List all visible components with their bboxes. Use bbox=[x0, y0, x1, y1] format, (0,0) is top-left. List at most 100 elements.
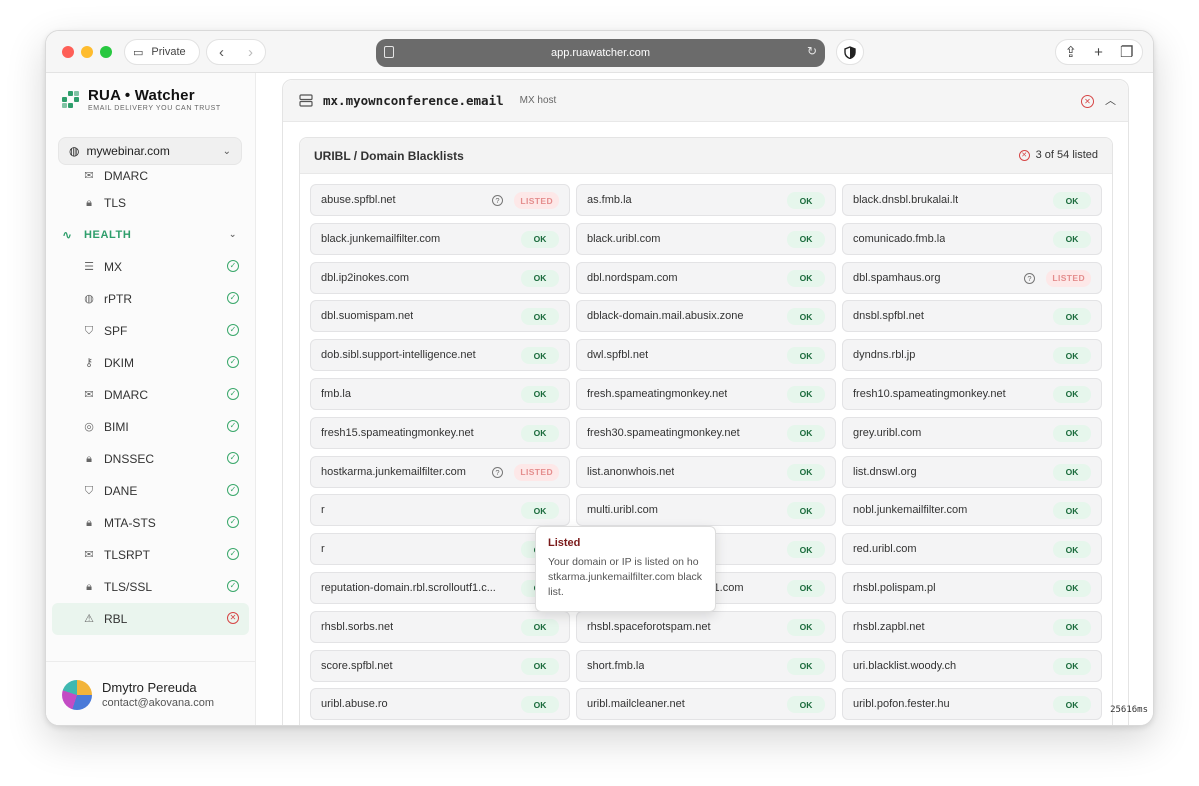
blacklist-name: abuse.spfbl.net bbox=[321, 194, 396, 206]
mx-host-header[interactable]: mx.myownconference.email MX host ✕ ︿ bbox=[283, 80, 1128, 122]
ok-badge: OK bbox=[1053, 657, 1091, 675]
domain-select[interactable]: ◍ mywebinar.com ⌄ bbox=[58, 137, 242, 165]
ok-badge: OK bbox=[787, 618, 825, 636]
sidebar-item-dmarc-reports[interactable]: ✉ DMARC bbox=[52, 165, 249, 187]
listed-count: ✕ 3 of 54 listed bbox=[1018, 149, 1098, 161]
blacklist-item: list.anonwhois.net OK bbox=[576, 455, 836, 488]
domain-select-value: mywebinar.com bbox=[86, 144, 170, 158]
sidebar-item-mx[interactable]: ☰ MX ✓ bbox=[52, 251, 249, 283]
blacklist-name: uribl.mailcleaner.net bbox=[587, 698, 685, 711]
warning-icon: ⚠ bbox=[84, 613, 94, 625]
sidebar-item-label: DANE bbox=[104, 484, 138, 498]
sidebar-item-dkim[interactable]: ⚷ DKIM ✓ bbox=[52, 347, 249, 379]
blacklist-name: rhsbl.sorbs.net bbox=[321, 620, 394, 633]
check-icon: ✓ bbox=[227, 484, 239, 496]
new-tab-icon[interactable]: + bbox=[1094, 44, 1103, 61]
blacklist-name: black.uribl.com bbox=[587, 232, 661, 245]
sidebar-item-tls-reports[interactable]: 🔒︎ TLS bbox=[52, 187, 249, 219]
lock-icon: 🔒︎ bbox=[86, 197, 92, 209]
sidebar-item-label: TLSRPT bbox=[104, 548, 151, 562]
zoom-window-button[interactable] bbox=[100, 46, 112, 58]
blacklist-name: hostkarma.junkemailfilter.com bbox=[321, 465, 466, 478]
blacklist-name: list.anonwhois.net bbox=[587, 465, 675, 478]
blacklist-name: list.dnswl.org bbox=[853, 465, 917, 478]
sidebar-item-mta-sts[interactable]: 🔒︎ MTA-STS ✓ bbox=[52, 507, 249, 539]
url-text: app.ruawatcher.com bbox=[550, 47, 651, 59]
help-icon[interactable]: ? bbox=[492, 195, 503, 206]
browser-actions: ⇪ + ❐ bbox=[1055, 39, 1143, 65]
blacklist-name: dbl.ip2inokes.com bbox=[321, 271, 410, 284]
private-tab-button[interactable]: ▭ Private bbox=[124, 39, 200, 65]
chevron-up-icon[interactable]: ︿ bbox=[1105, 92, 1116, 108]
pulse-icon: ∿ bbox=[62, 228, 73, 242]
back-icon[interactable]: ‹ bbox=[219, 44, 224, 61]
help-icon[interactable]: ? bbox=[492, 466, 503, 478]
sidebar-item-rbl[interactable]: ⚠ RBL ✕ bbox=[52, 603, 249, 635]
sidebar-item-bimi[interactable]: ◎ BIMI ✓ bbox=[52, 411, 249, 443]
blacklist-item: dbl.suomispam.net OK bbox=[310, 300, 570, 333]
check-icon: ✓ bbox=[227, 548, 239, 560]
title-bar: ▭ Private ‹ › app.ruawatcher.com ↻ ⇪ + ❐ bbox=[46, 31, 1153, 73]
forward-icon[interactable]: › bbox=[248, 44, 253, 61]
close-window-button[interactable] bbox=[62, 46, 74, 58]
ok-badge: OK bbox=[787, 579, 825, 597]
help-icon[interactable]: ? bbox=[1024, 272, 1035, 284]
ok-badge: OK bbox=[1053, 308, 1091, 326]
blacklist-name: nobl.junkemailfilter.com bbox=[853, 504, 968, 517]
blacklist-item: reputation-domain.rbl.scrolloutf1.c...OK bbox=[310, 571, 570, 604]
sidebar-item-tlsrpt[interactable]: ✉ TLSRPT ✓ bbox=[52, 539, 249, 571]
blacklist-item: rhsbl.polispam.pl OK bbox=[842, 571, 1102, 604]
blacklist-name: fresh10.spameatingmonkey.net bbox=[853, 387, 1006, 400]
check-icon: ✓ bbox=[227, 452, 239, 464]
globe-icon: ◍ bbox=[69, 144, 80, 158]
blacklist-item: comunicado.fmb.la OK bbox=[842, 222, 1102, 255]
blacklist-name: score.spfbl.net bbox=[321, 659, 393, 672]
listed-tooltip: Listed Your domain or IP is listed on ho… bbox=[535, 526, 716, 612]
ok-badge: OK bbox=[521, 385, 559, 403]
sidebar-item-dane[interactable]: ⛉ DANE ✓ bbox=[52, 475, 249, 507]
sidebar-group-label: HEALTH bbox=[84, 229, 132, 241]
listed-badge: LISTED bbox=[514, 463, 559, 481]
minimize-window-button[interactable] bbox=[81, 46, 93, 58]
ok-badge: OK bbox=[1053, 347, 1091, 365]
lock-icon: 🔒︎ bbox=[86, 581, 92, 593]
reload-icon[interactable]: ↻ bbox=[807, 44, 817, 58]
blacklist-name: dbl.suomispam.net bbox=[321, 310, 414, 323]
blacklist-name: black.junkemailfilter.com bbox=[321, 232, 441, 245]
sidebar-group-health[interactable]: ∿ HEALTH ⌄ bbox=[52, 219, 249, 251]
ok-badge: OK bbox=[1053, 541, 1091, 559]
check-icon: ✓ bbox=[227, 516, 239, 528]
sidebar-item-label: TLS bbox=[104, 196, 127, 210]
sidebar-item-dnssec[interactable]: 🔒︎ DNSSEC ✓ bbox=[52, 443, 249, 475]
blacklist-name: uribl.abuse.ro bbox=[321, 698, 388, 711]
address-bar[interactable]: app.ruawatcher.com ↻ bbox=[376, 39, 825, 67]
blacklist-item: uribl.mailcleaner.net OK bbox=[576, 688, 836, 721]
blacklist-item: dyndns.rbl.jp OK bbox=[842, 339, 1102, 372]
ok-badge: OK bbox=[521, 657, 559, 675]
check-icon: ✓ bbox=[227, 356, 239, 368]
host-type: MX host bbox=[519, 95, 557, 106]
server-icon: ☰ bbox=[84, 261, 94, 273]
sidebar-item-tls-ssl[interactable]: 🔒︎ TLS/SSL ✓ bbox=[52, 571, 249, 603]
privacy-shield-button[interactable] bbox=[836, 39, 864, 65]
sidebar-item-rptr[interactable]: ◍ rPTR ✓ bbox=[52, 283, 249, 315]
sidebar: RUA • Watcher EMAIL DELIVERY YOU CAN TRU… bbox=[46, 73, 256, 725]
blacklist-item: uribl.pofon.fester.hu OK bbox=[842, 688, 1102, 721]
brand[interactable]: RUA • Watcher EMAIL DELIVERY YOU CAN TRU… bbox=[62, 87, 221, 112]
share-icon[interactable]: ⇪ bbox=[1065, 43, 1078, 61]
check-icon: ✓ bbox=[227, 292, 239, 304]
private-label: Private bbox=[151, 46, 186, 58]
sidebar-item-label: TLS/SSL bbox=[104, 580, 153, 594]
blacklist-item: rhsbl.zapbl.net OK bbox=[842, 610, 1102, 643]
sidebar-item-dmarc[interactable]: ✉ DMARC ✓ bbox=[52, 379, 249, 411]
blacklist-header: URIBL / Domain Blacklists ✕ 3 of 54 list… bbox=[300, 138, 1112, 174]
blacklist-item: red.uribl.com OK bbox=[842, 533, 1102, 566]
ok-badge: OK bbox=[787, 541, 825, 559]
ok-badge: OK bbox=[1053, 424, 1091, 442]
ok-badge: OK bbox=[787, 269, 825, 287]
blacklist-name: r bbox=[321, 504, 325, 517]
sidebar-item-spf[interactable]: ⛉ SPF ✓ bbox=[52, 315, 249, 347]
user-profile[interactable]: Dmytro Pereuda contact@akovana.com bbox=[46, 661, 255, 725]
tabs-overview-icon[interactable]: ❐ bbox=[1120, 43, 1133, 61]
blacklist-name: reputation-domain.rbl.scrolloutf1.c... bbox=[321, 581, 496, 594]
